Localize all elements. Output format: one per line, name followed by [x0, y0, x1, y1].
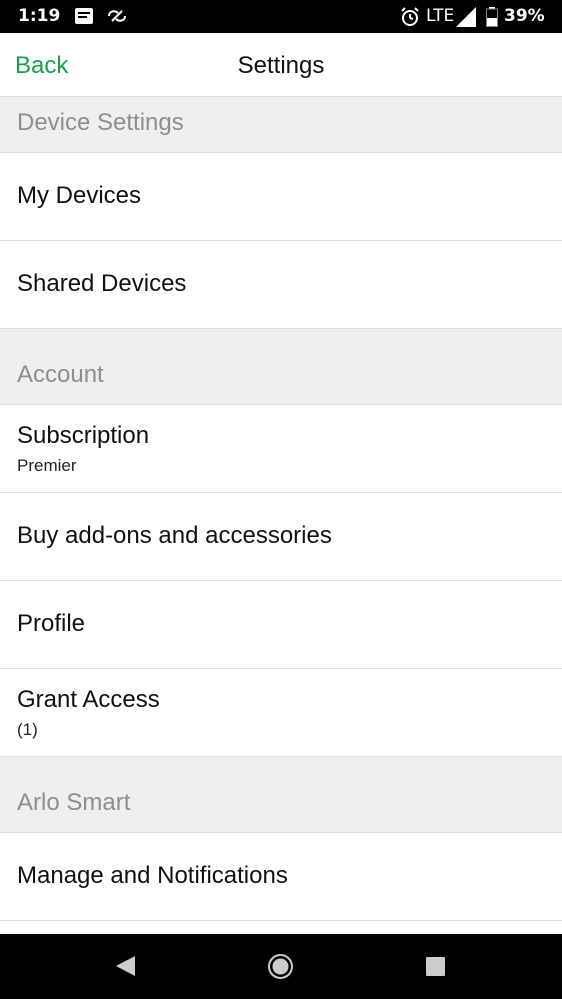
- status-time: 1:19: [18, 6, 61, 26]
- list-item-subtitle: (1): [17, 720, 38, 739]
- list-item-profile[interactable]: Profile: [0, 581, 562, 669]
- list-item-title: Shared Devices: [17, 270, 187, 297]
- list-item-title: Buy add-ons and accessories: [17, 522, 332, 549]
- list-item-title: Profile: [17, 610, 86, 637]
- section-header-label: Device Settings: [17, 109, 184, 136]
- section-header-label: Arlo Smart: [17, 789, 131, 816]
- navigation-bar: [0, 934, 562, 999]
- list-item-title: Grant Access: [17, 686, 160, 713]
- list-item-my-devices[interactable]: My Devices: [0, 153, 562, 241]
- list-item-title: Manage and Notifications: [17, 862, 288, 889]
- battery-icon: [486, 7, 498, 27]
- app-header: Back Settings: [0, 33, 562, 98]
- network-type: LTE: [426, 6, 455, 26]
- list-item-subtitle: Premier: [17, 456, 77, 475]
- status-bar: 1:19 LTE 39%: [0, 0, 562, 33]
- home-nav-icon[interactable]: [267, 953, 294, 980]
- list-item-subscription[interactable]: Subscription Premier: [0, 405, 562, 493]
- battery-percentage: 39%: [504, 6, 545, 26]
- list-item-title: Subscription: [17, 422, 150, 449]
- link-icon: [108, 10, 126, 22]
- section-header-arlo-smart: Arlo Smart: [0, 757, 562, 833]
- back-nav-icon[interactable]: [113, 954, 137, 978]
- list-item-grant-access[interactable]: Grant Access (1): [0, 669, 562, 757]
- list-item-partial[interactable]: [0, 921, 562, 934]
- list-item-manage-notifications[interactable]: Manage and Notifications: [0, 833, 562, 921]
- recents-nav-icon[interactable]: [425, 956, 446, 977]
- list-item-shared-devices[interactable]: Shared Devices: [0, 241, 562, 329]
- signal-icon: [456, 7, 476, 27]
- settings-list[interactable]: Device Settings My Devices Shared Device…: [0, 97, 562, 934]
- message-icon: [75, 8, 93, 24]
- section-header-label: Account: [17, 361, 104, 388]
- list-item-buy-add-ons[interactable]: Buy add-ons and accessories: [0, 493, 562, 581]
- section-header-device-settings: Device Settings: [0, 97, 562, 153]
- settings-screen: 1:19 LTE 39% Back Settings Device Settin…: [0, 0, 562, 999]
- list-item-title: My Devices: [17, 182, 142, 209]
- section-header-account: Account: [0, 329, 562, 405]
- alarm-icon: [401, 7, 419, 26]
- page-title: Settings: [237, 52, 325, 79]
